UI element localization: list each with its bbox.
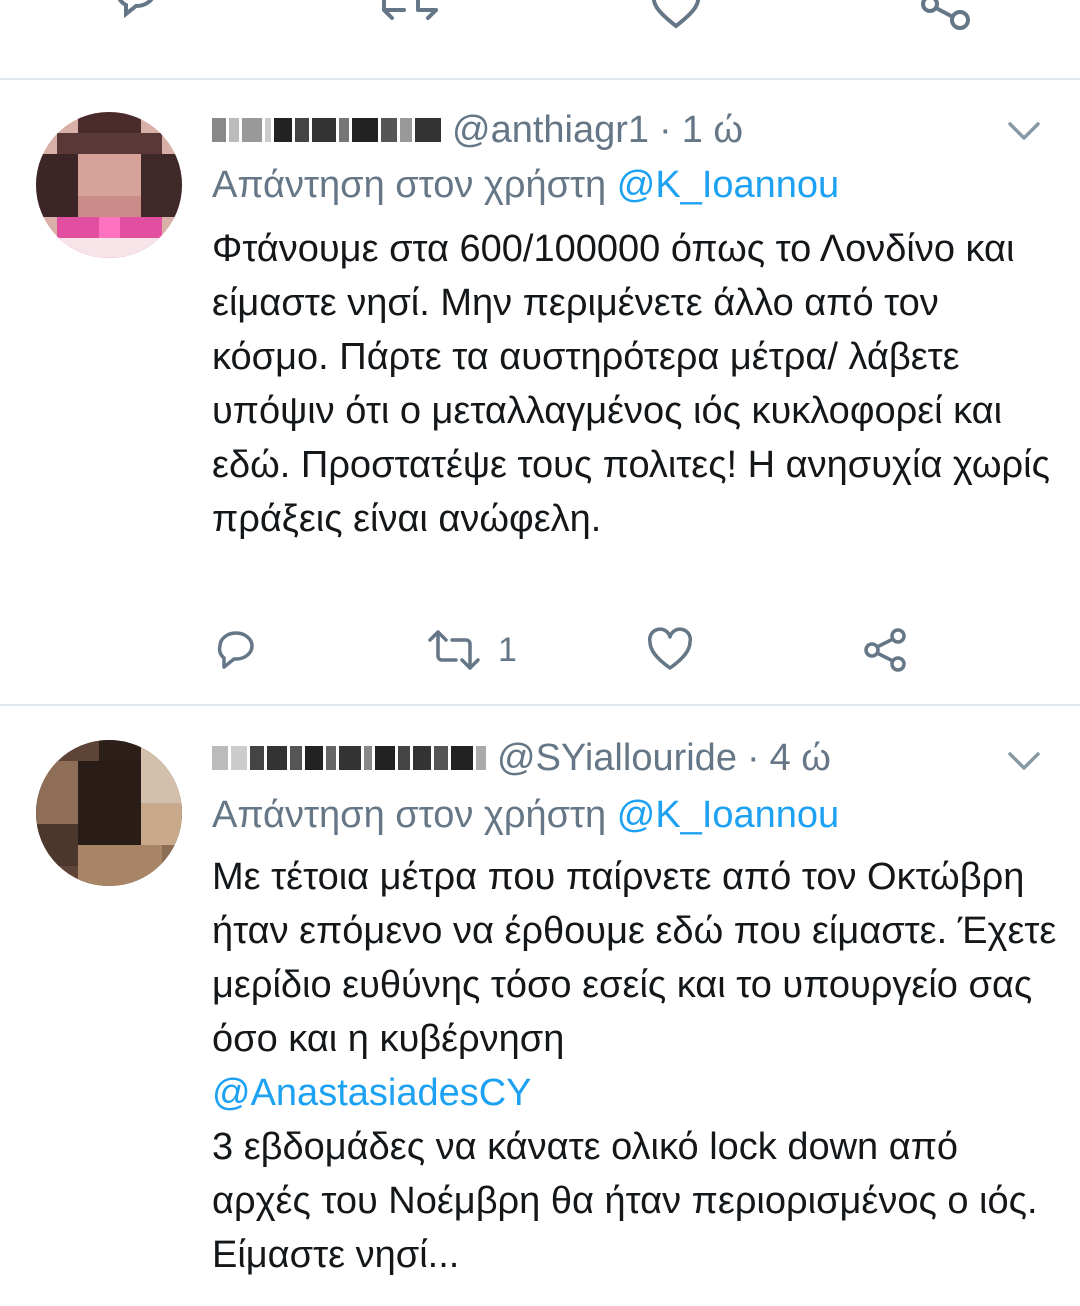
avatar[interactable]: [36, 740, 182, 886]
like-icon: [647, 627, 693, 670]
tweet-text: Φτάνουμε στα 600/100000 όπως το Λονδίνο …: [212, 222, 1062, 546]
reply-to-mention[interactable]: @K_Ioannou: [617, 794, 839, 836]
display-name-redacted: [212, 738, 489, 778]
retweet-button[interactable]: 1: [426, 620, 517, 680]
reply-context: Απάντηση στον χρήστη @K_Ioannou: [212, 794, 839, 837]
like-button[interactable]: [646, 620, 694, 680]
reply-icon[interactable]: [108, 0, 164, 34]
reply-prefix: Απάντηση στον χρήστη: [212, 794, 607, 836]
timestamp[interactable]: 1 ώ: [682, 109, 743, 152]
previous-tweet-action-bar: [0, 0, 1080, 80]
tweet-header: @SYiallouride · 4 ώ: [212, 732, 831, 784]
retweet-count: 1: [498, 630, 517, 669]
tweet[interactable]: @anthiagr1 · 1 ώ Απάντηση στον χρήστη @K…: [0, 80, 1080, 706]
reply-context: Απάντηση στον χρήστη @K_Ioannou: [212, 164, 839, 207]
tweet[interactable]: @SYiallouride · 4 ώ Απάντηση στον χρήστη…: [0, 706, 1080, 1306]
handle[interactable]: @anthiagr1: [452, 109, 649, 152]
tweet-body: Φτάνουμε στα 600/100000 όπως το Λονδίνο …: [212, 228, 1050, 540]
display-name-redacted: [212, 110, 444, 150]
share-icon: [864, 628, 906, 672]
reply-to-mention[interactable]: @K_Ioannou: [617, 164, 839, 206]
tweet-header: @anthiagr1 · 1 ώ: [212, 104, 743, 156]
handle[interactable]: @SYiallouride: [497, 737, 737, 780]
reply-prefix: Απάντηση στον χρήστη: [212, 164, 607, 206]
tweet-body-continued: 3 εβδομάδες να κάνατε ολικό lock down απ…: [212, 1126, 1038, 1276]
chevron-down-icon[interactable]: [1004, 110, 1044, 150]
share-button[interactable]: [862, 620, 910, 680]
reply-icon: [217, 631, 254, 669]
tweet-text: Με τέτοια μέτρα που παίρνετε από τον Οκτ…: [212, 850, 1062, 1282]
avatar[interactable]: [36, 112, 182, 258]
share-icon[interactable]: [918, 0, 974, 34]
timestamp[interactable]: 4 ώ: [770, 737, 831, 780]
tweet-action-bar: 1: [212, 620, 932, 680]
chevron-down-icon[interactable]: [1004, 740, 1044, 780]
body-mention[interactable]: @AnastasiadesCY: [212, 1066, 1062, 1120]
tweet-body: Με τέτοια μέτρα που παίρνετε από τον Οκτ…: [212, 856, 1057, 1060]
retweet-icon[interactable]: [378, 0, 438, 34]
separator: ·: [659, 108, 672, 151]
reply-button[interactable]: [212, 620, 260, 680]
separator: ·: [746, 736, 760, 779]
retweet-icon: [428, 630, 480, 670]
like-icon[interactable]: [648, 0, 704, 34]
